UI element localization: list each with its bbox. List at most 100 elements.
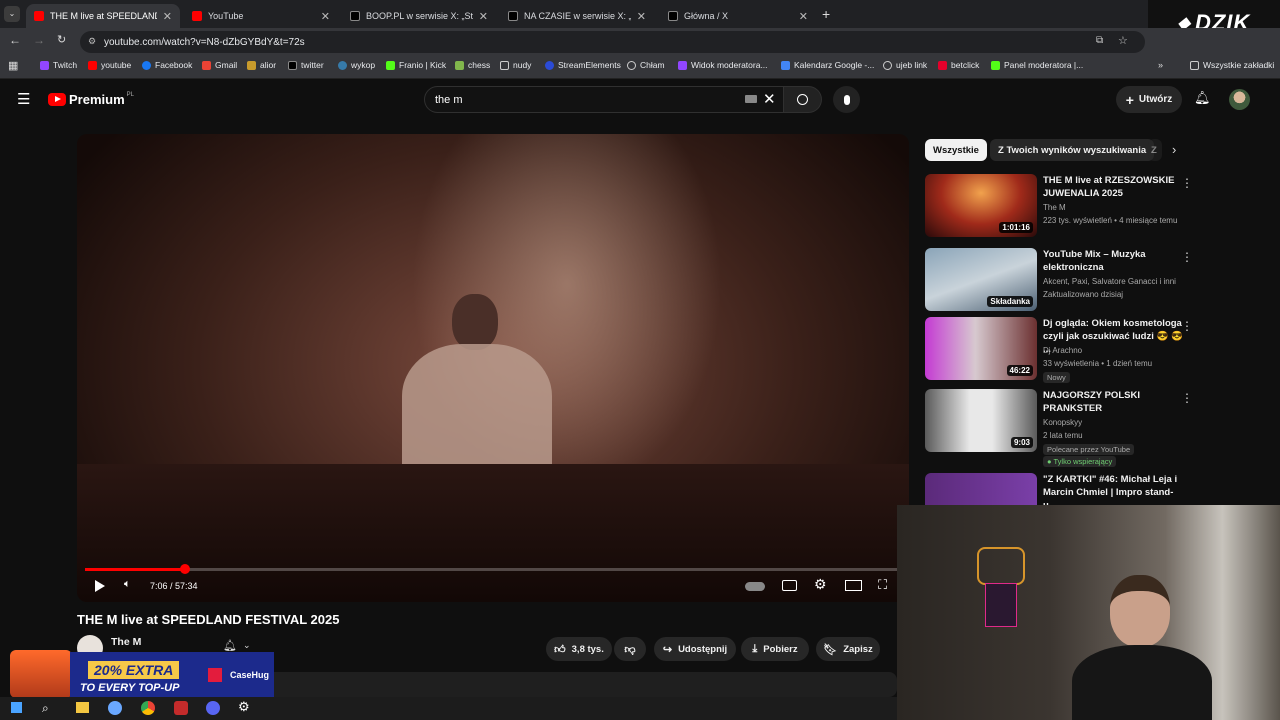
video-player[interactable]: 🔈︎ 7:06 / 57:34 ⚙ ⛶ bbox=[77, 134, 909, 602]
settings-gear-icon[interactable]: ⚙ bbox=[814, 576, 827, 593]
new-tab-button[interactable]: + bbox=[822, 6, 830, 22]
bookmark-kalendarz[interactable]: Kalendarz Google -... bbox=[781, 60, 874, 70]
bookmark-twitter[interactable]: twitter bbox=[288, 60, 324, 70]
save-button[interactable]: 🔖︎ Zapisz bbox=[816, 637, 880, 661]
discord-icon[interactable] bbox=[206, 701, 220, 715]
chevron-right-icon[interactable]: › bbox=[1172, 142, 1176, 157]
bookmark-chlam[interactable]: Chłam bbox=[627, 60, 665, 70]
close-tab-icon[interactable]: ✕ bbox=[637, 10, 646, 23]
notifications-bell-icon[interactable]: 🔔︎ bbox=[1194, 90, 1211, 106]
channel-name[interactable]: The M bbox=[1043, 203, 1066, 212]
list-item[interactable]: 46:22 Dj ogląda: Okiem kosmetologa czyli… bbox=[925, 317, 1225, 385]
video-thumbnail[interactable]: 46:22 bbox=[925, 317, 1037, 380]
more-options-icon[interactable]: ⋮ bbox=[1181, 176, 1193, 190]
video-thumbnail[interactable] bbox=[925, 473, 1037, 505]
create-button[interactable]: + Utwórz bbox=[1116, 86, 1182, 113]
search-button[interactable] bbox=[784, 86, 822, 113]
tab-list-button[interactable]: ⌄ bbox=[4, 6, 20, 22]
video-progress-bar[interactable] bbox=[85, 564, 901, 574]
bookmark-widok-moderatora[interactable]: Widok moderatora... bbox=[678, 60, 768, 70]
hamburger-menu-icon[interactable]: ☰ bbox=[17, 90, 30, 108]
site-info-icon[interactable]: ⚙ bbox=[88, 36, 96, 47]
list-item[interactable]: 9:03 NAJGORSZY POLSKI PRANKSTER Konopsky… bbox=[925, 389, 1225, 469]
bookmark-facebook[interactable]: Facebook bbox=[142, 60, 192, 70]
dislike-button[interactable]: 👎︎ bbox=[614, 637, 646, 661]
settings-gear-icon[interactable]: ⚙ bbox=[238, 699, 250, 715]
list-item[interactable]: Składanka YouTube Mix – Muzyka elektroni… bbox=[925, 248, 1225, 312]
bookmark-kick[interactable]: Franio | Kick bbox=[386, 60, 446, 70]
subtitles-icon[interactable] bbox=[782, 580, 797, 591]
video-title[interactable]: NAJGORSZY POLSKI PRANKSTER bbox=[1043, 389, 1183, 415]
more-bookmarks-icon[interactable]: » bbox=[1158, 60, 1163, 70]
bookmark-youtube[interactable]: youtube bbox=[88, 60, 131, 70]
bookmark-streamelements[interactable]: StreamElements bbox=[545, 60, 621, 70]
bookmark-wykop[interactable]: wykop bbox=[338, 60, 375, 70]
tab-na-czasie[interactable]: NA CZASIE w serwisie X: „😳 W ✕ bbox=[500, 4, 654, 28]
list-item[interactable]: 1:01:16 THE M live at RZESZOWSKIE JUWENA… bbox=[925, 174, 1225, 238]
chip-from-search[interactable]: Z Twoich wyników wyszukiwania bbox=[990, 139, 1155, 161]
fullscreen-icon[interactable]: ⛶ bbox=[878, 577, 887, 593]
channel-name[interactable]: Akcent, Paxi, Salvatore Ganacci i inni bbox=[1043, 277, 1176, 286]
back-icon[interactable]: ← bbox=[9, 33, 21, 47]
chevron-down-icon[interactable]: ⌄ bbox=[243, 640, 251, 651]
close-tab-icon[interactable]: ✕ bbox=[479, 10, 488, 23]
reload-icon[interactable]: ↻ bbox=[57, 33, 66, 46]
clear-search-icon[interactable]: ✕ bbox=[763, 90, 776, 108]
bookmark-betclick[interactable]: betclick bbox=[938, 60, 979, 70]
video-thumbnail[interactable]: 9:03 bbox=[925, 389, 1037, 452]
autoplay-toggle[interactable] bbox=[745, 582, 765, 591]
list-item[interactable]: "Z KARTKI" #46: Michał Leja i Marcin Chm… bbox=[925, 473, 1225, 505]
download-button[interactable]: ⤓ Pobierz bbox=[741, 637, 809, 661]
video-title[interactable]: THE M live at RZESZOWSKIE JUWENALIA 2025 bbox=[1043, 174, 1183, 200]
theater-mode-icon[interactable] bbox=[845, 580, 862, 591]
keyboard-icon[interactable] bbox=[745, 95, 757, 103]
share-button[interactable]: ↪ Udostępnij bbox=[654, 637, 736, 661]
bookmark-star-icon[interactable]: ☆ bbox=[1118, 34, 1128, 47]
channel-name[interactable]: The M bbox=[111, 636, 141, 648]
video-thumbnail[interactable]: Składanka bbox=[925, 248, 1037, 311]
notifications-bell-icon[interactable]: 🔔︎ bbox=[223, 639, 237, 652]
app-icon[interactable] bbox=[108, 701, 122, 715]
chip-more[interactable]: Z bbox=[1148, 139, 1162, 161]
voice-search-button[interactable] bbox=[833, 86, 860, 113]
all-bookmarks[interactable]: Wszystkie zakładki bbox=[1190, 60, 1274, 70]
more-options-icon[interactable]: ⋮ bbox=[1181, 250, 1193, 264]
file-explorer-icon[interactable] bbox=[76, 702, 89, 713]
close-tab-icon[interactable]: ✕ bbox=[321, 10, 330, 23]
avatar[interactable] bbox=[1229, 89, 1250, 110]
app-icon[interactable] bbox=[174, 701, 188, 715]
chrome-icon[interactable] bbox=[141, 701, 155, 715]
video-scrubber-handle[interactable] bbox=[180, 564, 190, 574]
forward-icon[interactable]: → bbox=[33, 33, 45, 47]
bookmark-alior[interactable]: alior bbox=[247, 60, 276, 70]
bookmark-chess[interactable]: chess bbox=[455, 60, 490, 70]
search-icon[interactable]: ⌕ bbox=[42, 701, 49, 716]
play-icon[interactable] bbox=[95, 580, 105, 592]
volume-icon[interactable]: 🔈︎ bbox=[124, 578, 131, 591]
video-title[interactable]: "Z KARTKI" #46: Michał Leja i Marcin Chm… bbox=[1043, 473, 1183, 505]
bookmark-panel-moderatora[interactable]: Panel moderatora |... bbox=[991, 60, 1083, 70]
close-tab-icon[interactable]: ✕ bbox=[799, 10, 808, 23]
channel-name[interactable]: Dj Arachno bbox=[1043, 346, 1082, 355]
tab-speedland[interactable]: THE M live at SPEEDLAND FEST ✕ bbox=[26, 4, 180, 28]
channel-name[interactable]: Konopskyy bbox=[1043, 418, 1082, 427]
video-title[interactable]: YouTube Mix – Muzyka elektroniczna bbox=[1043, 248, 1183, 274]
close-tab-icon[interactable]: ✕ bbox=[163, 10, 172, 23]
search-input[interactable]: the m ✕ bbox=[424, 86, 784, 113]
bookmark-gmail[interactable]: Gmail bbox=[202, 60, 237, 70]
bookmark-twitch[interactable]: Twitch bbox=[40, 60, 77, 70]
windows-start-icon[interactable] bbox=[11, 702, 22, 713]
bookmark-nudy[interactable]: nudy bbox=[500, 60, 531, 70]
url-bar[interactable]: ⚙ youtube.com/watch?v=N8-dZbGYBdY&t=72s … bbox=[80, 31, 1145, 53]
tab-boop[interactable]: BOOP.PL w serwisie X: „Stołecz ✕ bbox=[342, 4, 496, 28]
tab-glowna-x[interactable]: Główna / X ✕ bbox=[660, 4, 816, 28]
apps-grid-icon[interactable]: ▦ bbox=[8, 59, 18, 72]
youtube-logo[interactable]: Premium PL bbox=[48, 92, 134, 107]
more-options-icon[interactable]: ⋮ bbox=[1181, 319, 1193, 333]
bookmark-ujeb-link[interactable]: ujeb link bbox=[883, 60, 927, 70]
chip-all[interactable]: Wszystkie bbox=[925, 139, 987, 161]
video-thumbnail[interactable]: 1:01:16 bbox=[925, 174, 1037, 237]
tab-youtube[interactable]: YouTube ✕ bbox=[184, 4, 338, 28]
install-app-icon[interactable]: ⧉ bbox=[1096, 35, 1103, 46]
like-button[interactable]: 👍︎ 3,8 tys. bbox=[546, 637, 612, 661]
